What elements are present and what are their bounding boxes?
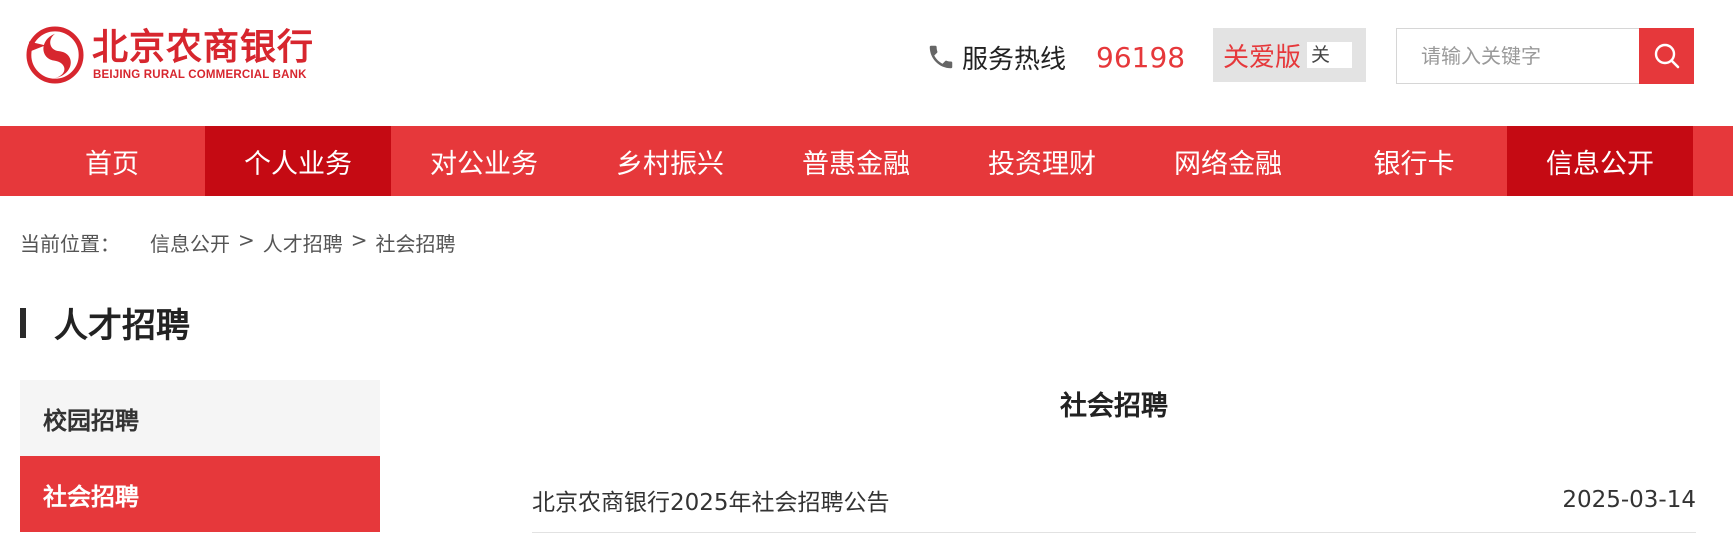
breadcrumb-separator: > xyxy=(350,228,368,252)
nav-item-rural[interactable]: 乡村振兴 xyxy=(577,126,763,196)
article-date: 2025-03-14 xyxy=(1562,486,1696,513)
care-mode-label: 关爱版 xyxy=(1223,42,1302,73)
nav-item-info-disclosure[interactable]: 信息公开 xyxy=(1507,126,1693,196)
search-input[interactable] xyxy=(1396,28,1639,84)
bank-logo-icon xyxy=(26,26,84,84)
care-mode-switch[interactable]: 关爱版 关 xyxy=(1213,28,1366,82)
site-header: 北京农商银行 BEIJING RURAL COMMERCIAL BANK 服务热… xyxy=(0,0,1733,126)
nav-item-home[interactable]: 首页 xyxy=(19,126,205,196)
nav-item-inclusive-finance[interactable]: 普惠金融 xyxy=(763,126,949,196)
list-item[interactable]: 北京农商银行2025年社会招聘公告 2025-03-14 xyxy=(532,467,1696,533)
service-hotline: 服务热线 96198 xyxy=(926,38,1185,76)
phone-icon xyxy=(929,45,953,69)
content-title: 社会招聘 xyxy=(1060,391,1168,422)
hotline-number: 96198 xyxy=(1096,40,1186,74)
title-accent-bar xyxy=(20,307,26,338)
section-heading: 人才招聘 xyxy=(20,298,190,347)
breadcrumb-separator: > xyxy=(238,228,255,252)
sidebar-item-social-recruitment[interactable]: 社会招聘 xyxy=(20,456,380,532)
bank-name-en: BEIJING RURAL COMMERCIAL BANK xyxy=(93,69,307,81)
nav-item-investment[interactable]: 投资理财 xyxy=(949,126,1135,196)
search-box xyxy=(1396,28,1694,84)
nav-item-corporate[interactable]: 对公业务 xyxy=(391,126,577,196)
breadcrumb-prefix: 当前位置： xyxy=(20,232,120,256)
breadcrumb: 当前位置： 信息公开 > 人才招聘 > 社会招聘 xyxy=(20,228,456,257)
page-title: 人才招聘 xyxy=(54,306,190,346)
breadcrumb-item-recruitment[interactable]: 人才招聘 xyxy=(263,228,343,257)
search-button[interactable] xyxy=(1639,28,1694,84)
care-mode-toggle[interactable]: 关 xyxy=(1307,42,1353,68)
nav-item-online-banking[interactable]: 网络金融 xyxy=(1135,126,1321,196)
article-title-link[interactable]: 北京农商银行2025年社会招聘公告 xyxy=(532,483,890,517)
nav-item-bank-card[interactable]: 银行卡 xyxy=(1321,126,1507,196)
bank-logo[interactable]: 北京农商银行 BEIJING RURAL COMMERCIAL BANK xyxy=(26,26,314,84)
breadcrumb-item-social-recruitment[interactable]: 社会招聘 xyxy=(376,228,456,257)
breadcrumb-item-info-disclosure[interactable]: 信息公开 xyxy=(150,228,230,257)
search-icon xyxy=(1654,43,1679,69)
sidebar: 校园招聘 社会招聘 xyxy=(20,380,380,532)
nav-item-personal[interactable]: 个人业务 xyxy=(205,126,391,196)
hotline-label: 服务热线 xyxy=(962,44,1067,75)
main-nav: 首页 个人业务 对公业务 乡村振兴 普惠金融 投资理财 网络金融 银行卡 信息公… xyxy=(0,126,1733,196)
sidebar-item-campus-recruitment[interactable]: 校园招聘 xyxy=(20,380,380,456)
bank-name-cn: 北京农商银行 xyxy=(92,27,315,68)
